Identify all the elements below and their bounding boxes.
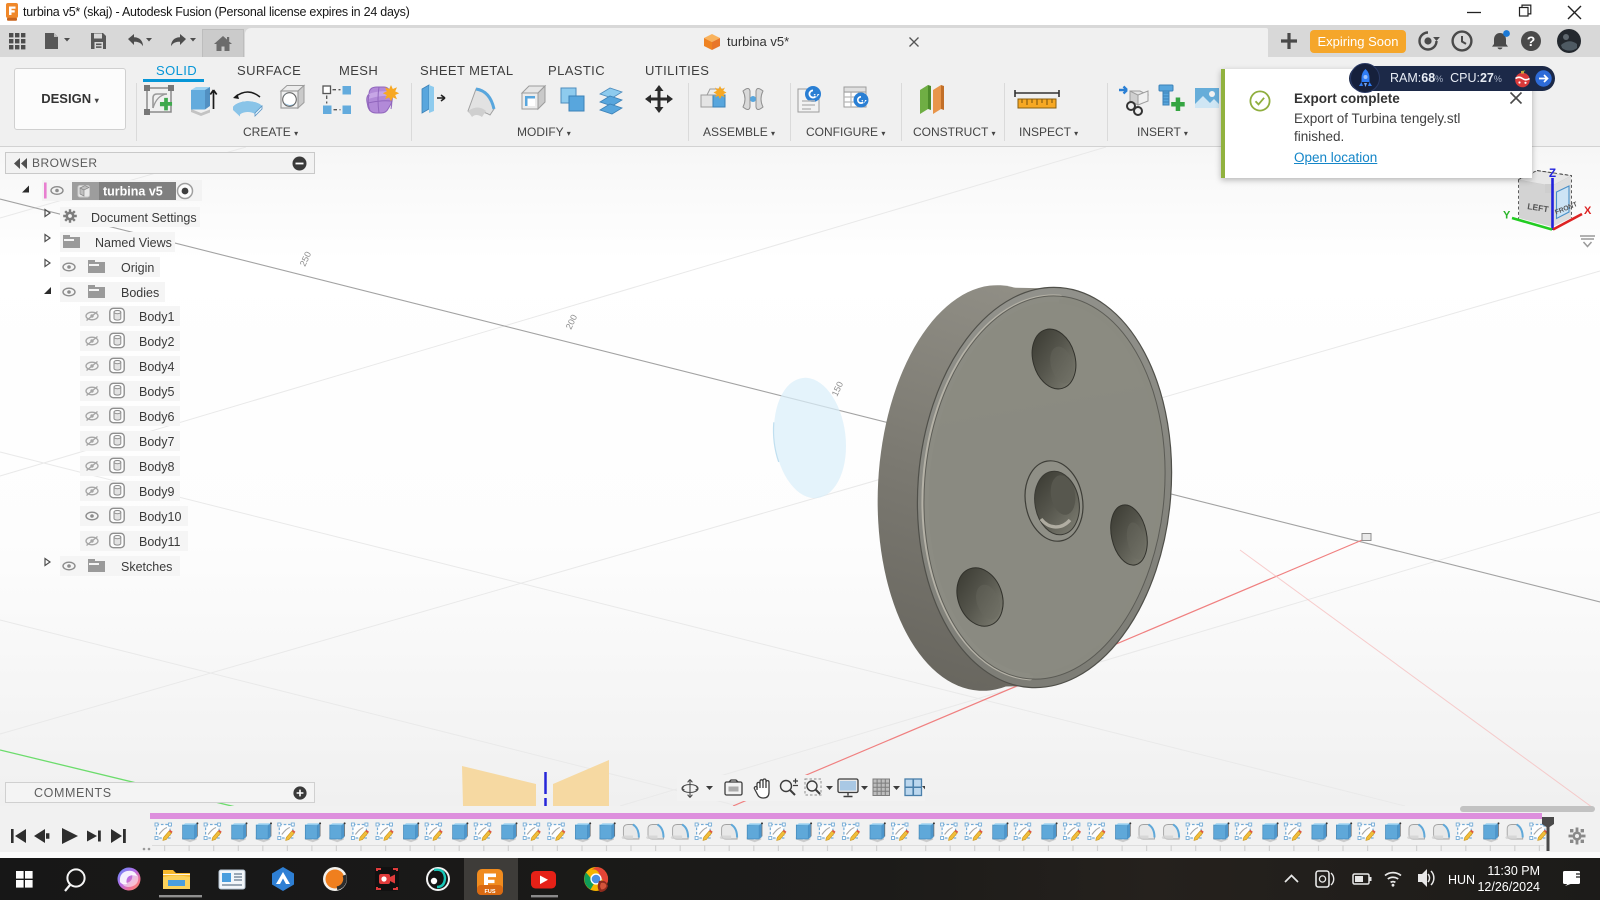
svg-text:Origin: Origin xyxy=(121,261,154,275)
svg-text:Body7: Body7 xyxy=(139,435,174,449)
svg-text:Body6: Body6 xyxy=(139,410,174,424)
svg-text:Body8: Body8 xyxy=(139,460,174,474)
svg-text:?: ? xyxy=(1527,33,1536,49)
svg-text:12/26/2024: 12/26/2024 xyxy=(1477,880,1540,894)
svg-text:FUS: FUS xyxy=(485,889,496,895)
svg-text:11:30 PM: 11:30 PM xyxy=(1487,864,1540,878)
svg-text:Body9: Body9 xyxy=(139,485,174,499)
svg-text:Bodies: Bodies xyxy=(121,286,159,300)
svg-text:Y: Y xyxy=(1503,210,1511,222)
svg-text:Body2: Body2 xyxy=(139,335,174,349)
svg-text:Body5: Body5 xyxy=(139,385,174,399)
svg-text:Body4: Body4 xyxy=(139,360,174,374)
svg-text:Body11: Body11 xyxy=(139,535,181,549)
svg-text:HUN: HUN xyxy=(1448,873,1475,887)
svg-text:Body10: Body10 xyxy=(139,510,181,524)
svg-text:Document Settings: Document Settings xyxy=(91,211,197,225)
svg-text:turbina v5: turbina v5 xyxy=(103,185,163,199)
svg-text:Named Views: Named Views xyxy=(95,236,172,250)
svg-text:X: X xyxy=(1584,205,1592,217)
svg-text:Sketches: Sketches xyxy=(121,560,172,574)
svg-text:Body1: Body1 xyxy=(139,310,174,324)
